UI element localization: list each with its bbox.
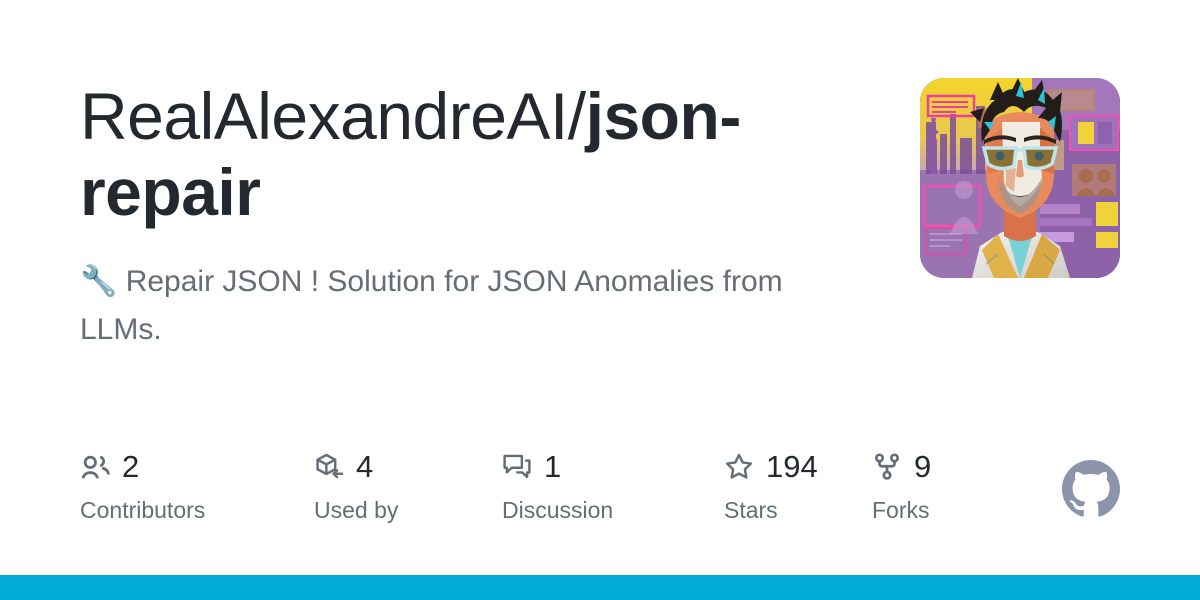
stat-stars[interactable]: 194 Stars [724, 448, 818, 524]
repo-forked-icon [872, 452, 902, 482]
stat-used-by-label: Used by [314, 497, 399, 523]
package-used-by-icon [314, 452, 344, 482]
stat-used-by-top: 4 [314, 448, 398, 486]
stat-contributors-value: 2 [122, 449, 140, 484]
repo-separator: / [567, 79, 586, 153]
stat-forks-label: Forks [872, 497, 930, 523]
repo-description: 🔧 Repair JSON ! Solution for JSON Anomal… [80, 258, 810, 354]
stat-used-by[interactable]: 4 Used by [314, 448, 398, 524]
stat-forks[interactable]: 9 Forks [872, 448, 931, 524]
stat-contributors[interactable]: 2 Contributors [80, 448, 205, 524]
stat-stars-value: 194 [766, 449, 818, 484]
comment-discussion-icon [502, 452, 532, 482]
stat-discussion-value: 1 [544, 449, 562, 484]
avatar[interactable] [920, 78, 1120, 278]
repo-description-text: Repair JSON ! Solution for JSON Anomalie… [80, 265, 783, 346]
stat-forks-top: 9 [872, 448, 931, 486]
stat-contributors-label: Contributors [80, 497, 206, 523]
repo-owner[interactable]: RealAlexandreAI [80, 79, 568, 153]
stat-discussion-top: 1 [502, 448, 613, 486]
github-octocat-icon [1062, 460, 1120, 518]
stat-used-by-value: 4 [356, 449, 374, 484]
wrench-icon: 🔧 [80, 264, 118, 299]
card-header: RealAlexandreAI/json-repair [80, 78, 1120, 278]
page-title: RealAlexandreAI/json-repair [80, 78, 920, 230]
stat-stars-label: Stars [724, 497, 778, 523]
stat-contributors-top: 2 [80, 448, 205, 486]
repository-social-preview-card: RealAlexandreAI/json-repair 🔧 Repair JSO… [0, 0, 1200, 600]
stat-forks-value: 9 [914, 449, 932, 484]
stat-stars-top: 194 [724, 448, 818, 486]
stat-discussion-label: Discussion [502, 497, 614, 523]
stat-discussion[interactable]: 1 Discussion [502, 448, 613, 524]
repo-stats: 2 Contributors 4 Used by 1 Discussion 19… [80, 448, 1120, 538]
people-icon [80, 452, 110, 482]
star-icon [724, 452, 754, 482]
language-accent-bar [0, 575, 1200, 600]
